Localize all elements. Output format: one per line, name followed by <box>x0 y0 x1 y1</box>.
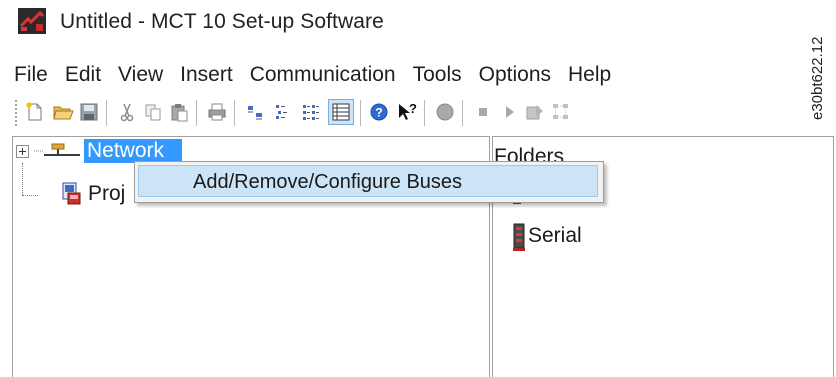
toolbar-separator <box>196 100 198 126</box>
toolbar: ? ? <box>14 96 754 130</box>
folder-item-serial[interactable]: Serial <box>528 224 582 248</box>
print-icon[interactable] <box>206 101 228 123</box>
context-menu-item-label: Add/Remove/Configure Buses <box>193 171 463 193</box>
play-icon[interactable] <box>498 101 520 123</box>
toolbar-separator <box>424 100 426 126</box>
help-icon[interactable]: ? <box>368 101 390 123</box>
menu-communication[interactable]: Communication <box>250 63 396 87</box>
cut-icon[interactable] <box>116 101 138 123</box>
toolbar-separator <box>234 100 236 126</box>
menu-insert[interactable]: Insert <box>180 63 233 87</box>
menu-bar: File Edit View Insert Communication Tool… <box>14 60 611 90</box>
expand-toggle-icon[interactable] <box>16 145 29 158</box>
network-scan-icon[interactable] <box>550 101 572 123</box>
paste-icon[interactable] <box>168 101 190 123</box>
details-view-icon[interactable] <box>328 99 354 125</box>
tree-connector <box>22 163 23 195</box>
small-icons-view-icon[interactable] <box>272 101 294 123</box>
tree-connector <box>22 195 38 196</box>
window-title: Untitled - MCT 10 Set-up Software <box>60 10 384 33</box>
export-icon[interactable] <box>524 101 546 123</box>
context-menu: Add/Remove/Configure Buses <box>134 161 604 203</box>
tree-item-project[interactable]: Proj <box>88 182 125 206</box>
folders-column-header[interactable]: Folders <box>494 145 564 161</box>
toolbar-separator <box>106 100 108 126</box>
document-code: e30bt622.12 <box>809 37 826 120</box>
menu-options[interactable]: Options <box>479 63 551 87</box>
menu-help[interactable]: Help <box>568 63 611 87</box>
stop-icon[interactable] <box>472 101 494 123</box>
copy-icon[interactable] <box>142 101 164 123</box>
save-icon[interactable] <box>78 101 100 123</box>
new-icon[interactable] <box>24 101 46 123</box>
menu-tools[interactable]: Tools <box>413 63 462 87</box>
toolbar-separator <box>462 100 464 126</box>
tree-item-network[interactable]: Network <box>84 139 182 163</box>
toolbar-grip[interactable] <box>14 99 18 127</box>
network-icon <box>34 143 80 156</box>
open-folder-icon[interactable] <box>52 101 74 123</box>
svg-text:?: ? <box>375 106 382 120</box>
menu-view[interactable]: View <box>118 63 163 87</box>
serial-port-icon <box>513 223 525 251</box>
app-icon <box>18 8 46 34</box>
list-view-icon[interactable] <box>300 101 322 123</box>
large-icons-view-icon[interactable] <box>244 101 266 123</box>
svg-text:?: ? <box>409 101 417 116</box>
toolbar-separator <box>360 100 362 126</box>
add-remove-configure-buses-item[interactable]: Add/Remove/Configure Buses <box>138 165 598 197</box>
context-help-icon[interactable]: ? <box>396 101 418 123</box>
project-icon <box>62 182 81 205</box>
menu-file[interactable]: File <box>14 63 48 87</box>
record-icon[interactable] <box>434 101 456 123</box>
menu-edit[interactable]: Edit <box>65 63 101 87</box>
document-code-text: e30bt622.12 <box>809 37 826 120</box>
